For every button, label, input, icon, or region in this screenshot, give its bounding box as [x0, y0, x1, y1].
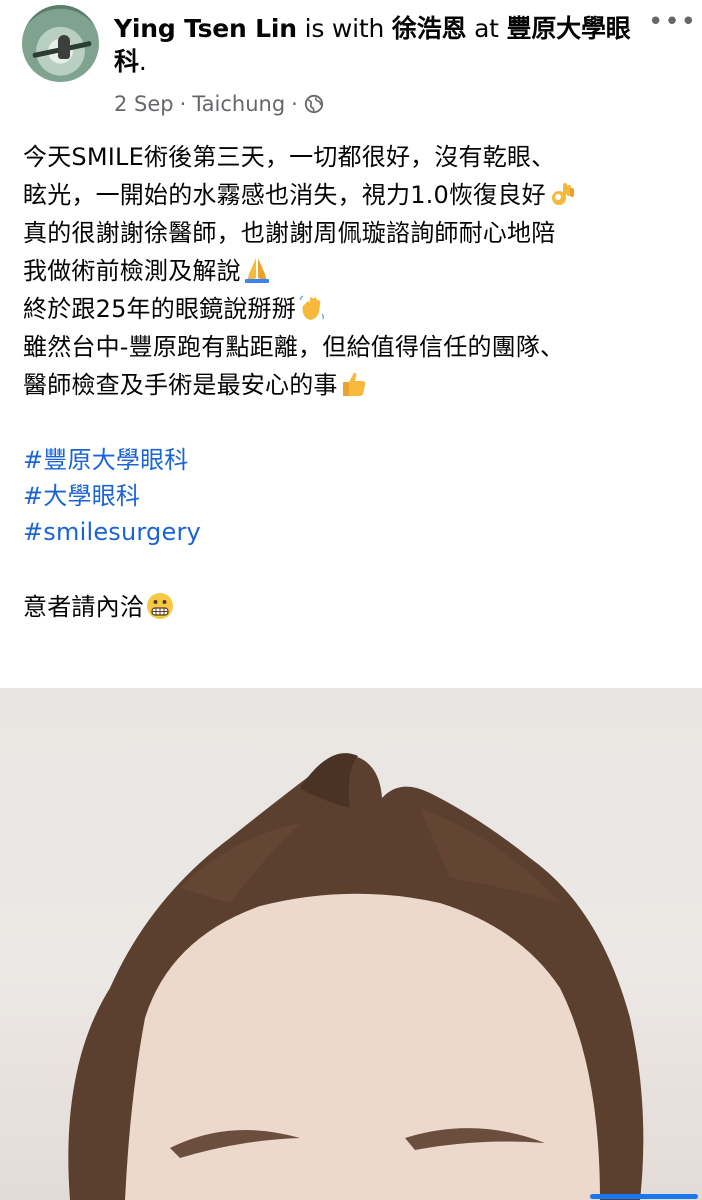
thumbs-up-emoji: [342, 372, 365, 396]
post-body: 今天SMILE術後第三天，一切都很好，沒有乾眼、 眩光，一開始的水霧感也消失，視…: [23, 138, 683, 626]
with-text: is with: [304, 14, 385, 43]
post-meta: 2 Sep · Taichung ·: [114, 92, 324, 116]
tagged-person[interactable]: 徐浩恩: [392, 14, 467, 43]
grimacing-face-emoji: [147, 593, 173, 619]
closing-line: 意者請內洽: [23, 588, 683, 626]
waving-hand-emoji: [299, 295, 325, 320]
meta-separator: ·: [291, 92, 298, 116]
globe-icon: [304, 94, 323, 114]
scroll-indicator: [590, 1194, 698, 1199]
post-header: Ying Tsen Lin is with 徐浩恩 at 豐原大學眼科. •••…: [0, 0, 702, 125]
meta-separator: ·: [179, 92, 187, 116]
author-name[interactable]: Ying Tsen Lin: [114, 14, 297, 43]
hashtag-link[interactable]: #smilesurgery: [23, 514, 683, 550]
body-line: 眩光，一開始的水霧感也消失，視力1.0恢復良好: [23, 176, 683, 214]
hashtag-link[interactable]: #大學眼科: [23, 478, 683, 514]
body-line: 真的很謝謝徐醫師，也謝謝周佩璇諮詢師耐心地陪: [23, 219, 556, 247]
photo-illustration: [68, 753, 644, 1200]
at-text: at: [474, 14, 499, 43]
post-place[interactable]: Taichung: [192, 92, 285, 116]
body-line: 醫師檢查及手術是最安心的事: [23, 366, 683, 404]
hashtag-link[interactable]: #豐原大學眼科: [23, 442, 683, 478]
period: .: [138, 47, 147, 76]
author-avatar[interactable]: [22, 5, 99, 82]
body-line: 雖然台中-豐原跑有點距離，但給值得信任的團隊、: [23, 333, 565, 361]
post-photo[interactable]: [0, 688, 702, 1200]
more-options-icon[interactable]: •••: [648, 9, 696, 35]
body-line: 今天SMILE術後第三天，一切都很好，沒有乾眼、: [23, 143, 556, 171]
folded-hands-emoji: [244, 258, 269, 283]
body-line: 終於跟25年的眼鏡說掰掰: [23, 290, 683, 328]
ok-hand-emoji: [551, 183, 574, 205]
avatar-figure-shape: [58, 35, 70, 59]
post-date[interactable]: 2 Sep: [114, 92, 174, 116]
post-author-line: Ying Tsen Lin is with 徐浩恩 at 豐原大學眼科.: [114, 12, 634, 78]
body-line: 我做術前檢測及解說: [23, 252, 683, 290]
